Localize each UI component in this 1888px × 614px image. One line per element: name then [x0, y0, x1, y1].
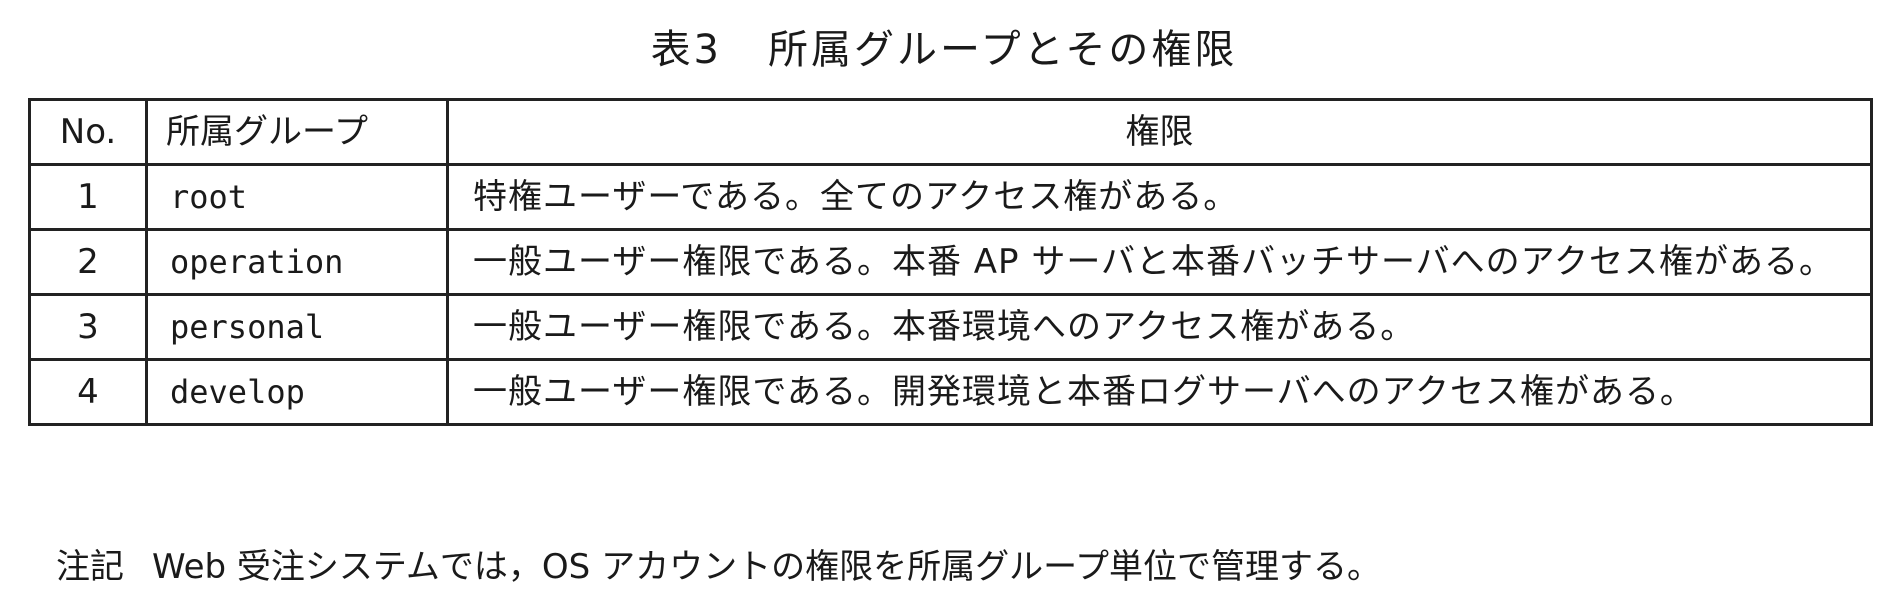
table-row: 2 operation 一般ユーザー権限である。本番 AP サーバと本番バッチサ… — [28, 228, 1873, 296]
table-row: 3 personal 一般ユーザー権限である。本番環境へのアクセス権がある。 — [28, 293, 1873, 361]
footnote-label: 注記 — [56, 547, 124, 587]
row-permission: 一般ユーザー権限である。本番環境へのアクセス権がある。 — [446, 293, 1873, 361]
group-permissions-table: No. 所属グループ 権限 1 root 特権ユーザーである。全てのアクセス権が… — [28, 98, 1873, 426]
footnote: 注記 Web 受注システムでは，OS アカウントの権限を所属グループ単位で管理する… — [56, 540, 1381, 594]
row-group: operation — [145, 228, 449, 296]
row-no: 1 — [28, 163, 148, 231]
row-group: develop — [145, 358, 449, 426]
table-title: 所属グループとその権限 — [768, 27, 1238, 73]
row-permission: 特権ユーザーである。全てのアクセス権がある。 — [446, 163, 1873, 231]
table-row: 4 develop 一般ユーザー権限である。開発環境と本番ログサーバへのアクセス… — [28, 358, 1873, 426]
row-no: 4 — [28, 358, 148, 426]
row-permission: 一般ユーザー権限である。本番 AP サーバと本番バッチサーバへのアクセス権がある… — [446, 228, 1873, 296]
table-caption: 表3 所属グループとその権限 — [0, 20, 1888, 80]
table-row: 1 root 特権ユーザーである。全てのアクセス権がある。 — [28, 163, 1873, 231]
row-group: root — [145, 163, 449, 231]
table-number: 表3 — [650, 27, 723, 73]
footnote-text: Web 受注システムでは，OS アカウントの権限を所属グループ単位で管理する。 — [152, 547, 1382, 587]
row-no: 3 — [28, 293, 148, 361]
row-permission: 一般ユーザー権限である。開発環境と本番ログサーバへのアクセス権がある。 — [446, 358, 1873, 426]
row-no: 2 — [28, 228, 148, 296]
header-no: No. — [28, 98, 148, 166]
header-group: 所属グループ — [145, 98, 449, 166]
header-permission: 権限 — [446, 98, 1873, 166]
header-row: No. 所属グループ 権限 — [28, 98, 1873, 166]
row-group: personal — [145, 293, 449, 361]
